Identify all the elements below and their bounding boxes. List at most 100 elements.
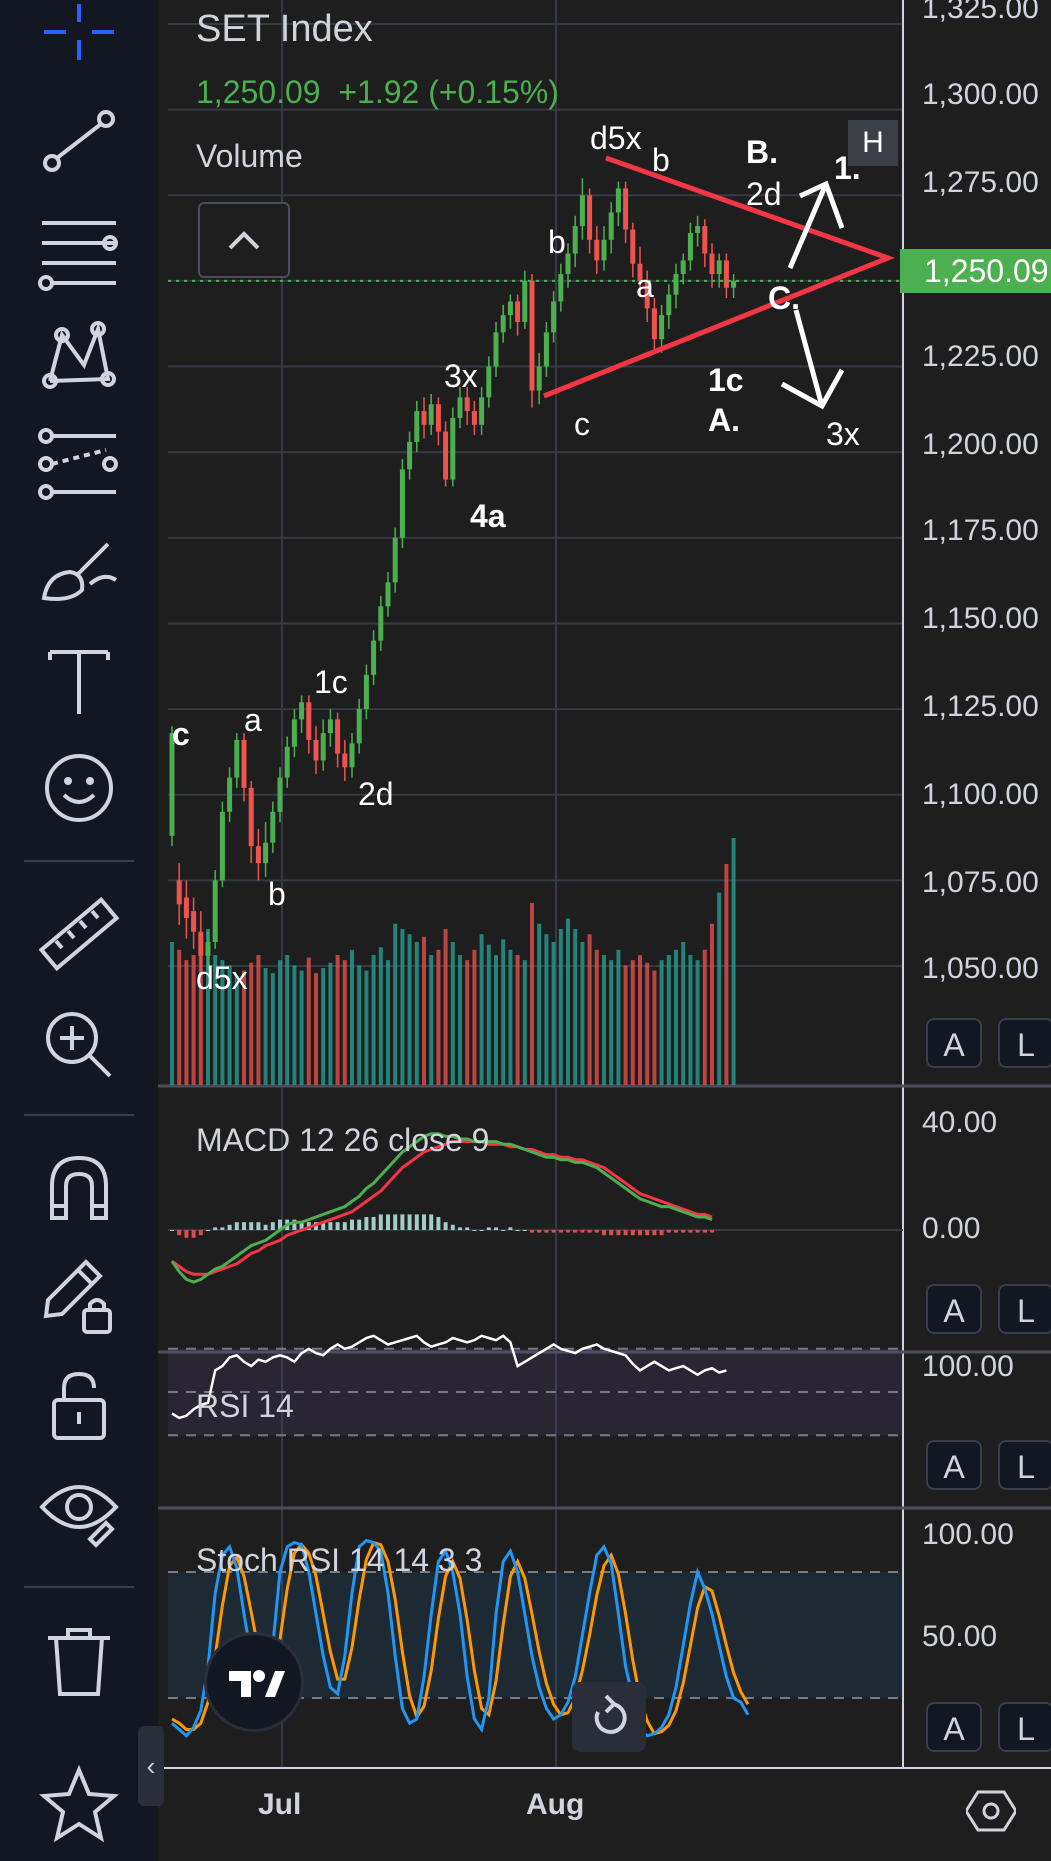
time-axis-label-jul: Jul (258, 1788, 302, 1821)
candle-body (666, 294, 672, 316)
volume-bar (306, 957, 311, 1085)
candle-body (299, 702, 305, 720)
macd-histogram-bar (342, 1222, 347, 1230)
auto-scale-button[interactable]: A (926, 1018, 982, 1068)
macd-histogram-bar (465, 1227, 470, 1230)
macd-histogram-bar (191, 1230, 196, 1238)
macd-histogram-bar (544, 1230, 549, 1233)
candle-body (421, 411, 427, 425)
candle-body (471, 411, 477, 425)
tradingview-logo[interactable] (204, 1632, 304, 1732)
macd-histogram-bar (249, 1222, 254, 1230)
macd-histogram-bar (472, 1230, 477, 1231)
macd-histogram-bar (638, 1230, 642, 1236)
candle-body (443, 431, 449, 480)
auto-scale-button[interactable]: A (926, 1284, 982, 1334)
volume-bar (544, 934, 549, 1085)
macd-histogram-bar (234, 1222, 239, 1230)
candle-body (687, 232, 693, 261)
candle-body (630, 229, 636, 264)
candle-body (270, 811, 276, 843)
settings-hex-icon[interactable] (966, 1788, 1016, 1834)
volume-bar (450, 942, 455, 1085)
wave-label: 3x (444, 358, 478, 394)
volume-bar (357, 965, 362, 1085)
macd-histogram-bar (558, 1230, 563, 1233)
candle-body (493, 332, 499, 367)
volume-bar (378, 947, 383, 1085)
collapse-legend-button[interactable] (198, 202, 290, 278)
log-scale-button[interactable]: L (998, 1440, 1051, 1490)
candle-body (709, 253, 715, 275)
candle-body (695, 226, 701, 233)
wave-label: c (574, 406, 590, 442)
price-axis-label: 1,275.00 (922, 166, 1039, 199)
log-scale-button[interactable]: L (998, 1284, 1051, 1334)
macd-histogram-bar (515, 1230, 520, 1231)
rsi-axis-label: 100.00 (922, 1350, 1014, 1383)
candle-body (457, 397, 463, 418)
volume-bar (515, 955, 520, 1085)
volume-bar (522, 960, 527, 1085)
volume-bar (422, 936, 426, 1085)
wave-label: c (172, 716, 190, 752)
macd-histogram-bar (220, 1227, 225, 1230)
candle-body (263, 842, 269, 864)
wave-label: a (244, 702, 262, 738)
volume-bar (666, 955, 671, 1085)
candle-body (371, 640, 377, 675)
candle-body (486, 366, 492, 398)
candle-body (378, 606, 384, 641)
wave-label: 2d (746, 176, 782, 212)
volume-bar (494, 955, 498, 1085)
macd-histogram-bar (263, 1224, 268, 1230)
volume-bar (335, 955, 340, 1085)
volume-bar (256, 955, 261, 1085)
candle-body (623, 188, 629, 230)
volume-bar (724, 864, 729, 1085)
candle-body (284, 746, 290, 778)
volume-bar (566, 918, 570, 1085)
price-axis-label: 1,225.00 (922, 340, 1039, 373)
macd-histogram-bar (350, 1219, 354, 1230)
candle-body (291, 719, 297, 747)
collapse-toolbar-button[interactable]: ‹ (138, 1726, 164, 1806)
chart-canvas[interactable] (0, 0, 1051, 1861)
auto-scale-button[interactable]: A (926, 1702, 982, 1752)
candle-body (587, 195, 593, 240)
macd-histogram-bar (242, 1222, 246, 1230)
macd-histogram-bar (623, 1230, 628, 1236)
wave-label: C. (768, 280, 800, 316)
candle-body (723, 260, 729, 288)
candle-body (392, 537, 398, 583)
macd-histogram-bar (494, 1227, 498, 1230)
volume-bar (717, 892, 722, 1085)
volume-bar (630, 960, 635, 1085)
volume-bar (270, 973, 275, 1085)
volume-bar (407, 934, 412, 1085)
volume-bar (342, 960, 347, 1085)
macd-histogram-bar (213, 1227, 218, 1230)
candle-body (320, 733, 326, 761)
volume-bar (285, 955, 290, 1085)
log-scale-button[interactable]: L (998, 1018, 1051, 1068)
candle-body (205, 942, 211, 956)
wave-label: 1c (314, 664, 348, 700)
candle-body (594, 239, 600, 261)
auto-scale-button[interactable]: A (926, 1440, 982, 1490)
reset-chart-button[interactable] (572, 1682, 646, 1752)
candle-body (191, 911, 197, 932)
log-scale-button[interactable]: L (998, 1702, 1051, 1752)
macd-histogram-bar (206, 1230, 210, 1231)
macd-histogram-bar (537, 1230, 542, 1233)
candle-body (716, 260, 722, 275)
macd-label: MACD 12 26 close 9 (196, 1122, 490, 1158)
volume-bar (292, 965, 297, 1085)
volume-bar (602, 955, 606, 1085)
macd-histogram-bar (630, 1230, 635, 1236)
macd-histogram-bar (702, 1230, 707, 1233)
candle-body (176, 880, 182, 905)
candle-body (241, 739, 247, 788)
macd-histogram-bar (688, 1230, 693, 1233)
wave-label: 1. (834, 150, 861, 186)
